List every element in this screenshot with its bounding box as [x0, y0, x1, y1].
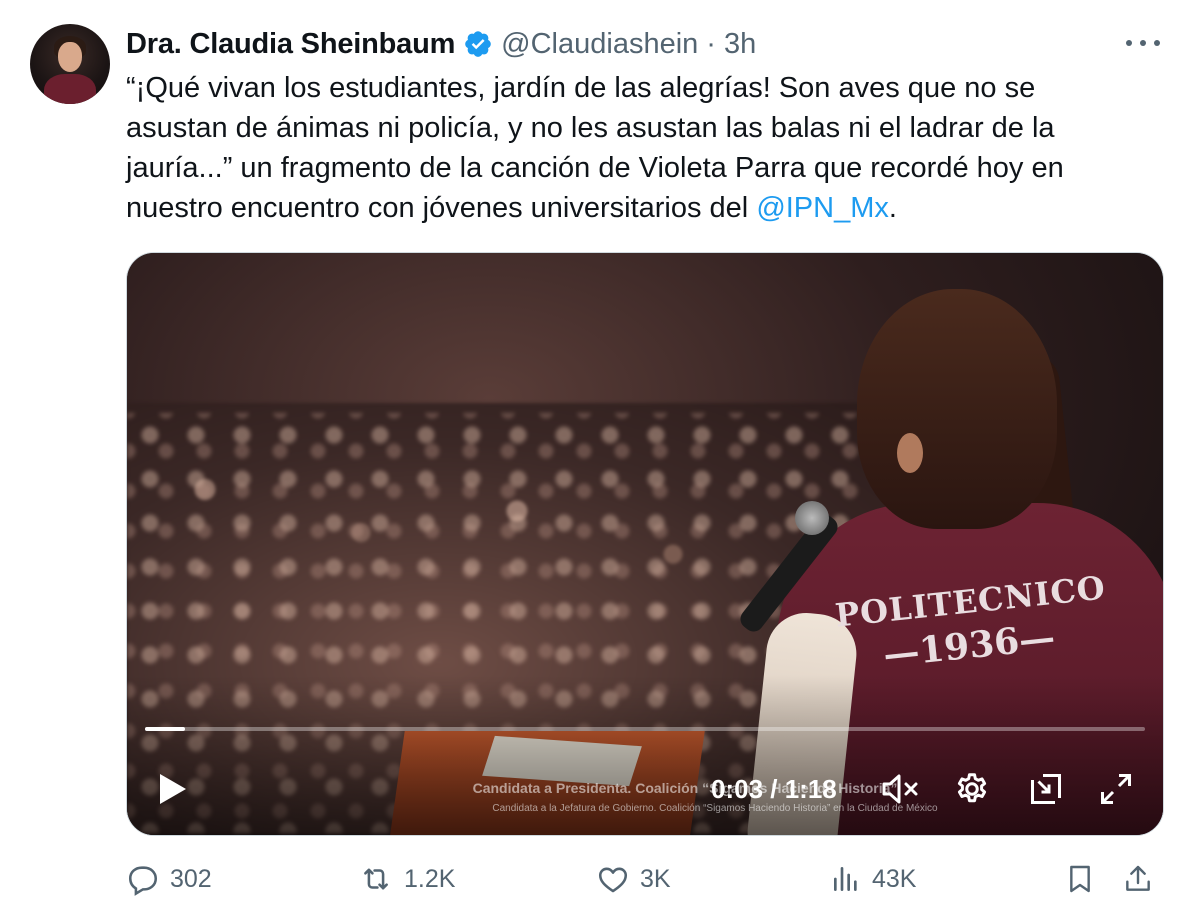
views-chart-icon [834, 867, 857, 891]
repost-button[interactable]: 1.2K [358, 856, 455, 902]
settings-gear-icon [957, 773, 987, 803]
tweet-card[interactable]: Dra. Claudia Sheinbaum @Claudiashein · 3… [0, 0, 1194, 924]
tweet-header: Dra. Claudia Sheinbaum @Claudiashein · 3… [126, 26, 756, 62]
more-options-icon[interactable] [1126, 30, 1160, 56]
heart-icon [598, 867, 628, 893]
reply-count: 302 [170, 864, 212, 893]
fullscreen-icon [1101, 774, 1131, 804]
reply-button[interactable]: 302 [126, 856, 212, 902]
video-progress-fill [145, 727, 185, 731]
repost-icon [364, 868, 388, 890]
reply-icon [128, 866, 158, 896]
play-icon [160, 774, 186, 804]
bookmark-icon [1070, 865, 1090, 893]
like-count: 3K [640, 864, 671, 893]
picture-in-picture-icon [1031, 774, 1061, 804]
video-caption-line1: Candidata a Presidenta. Coalición “Sigam… [472, 780, 898, 796]
share-icon [1126, 865, 1150, 891]
repost-count: 1.2K [404, 864, 456, 893]
picture-in-picture-button[interactable] [1023, 763, 1069, 815]
fullscreen-button[interactable] [1093, 763, 1139, 815]
share-button[interactable] [1122, 856, 1164, 902]
mention-link[interactable]: @IPN_Mx [756, 192, 889, 224]
tweet-text: “¡Qué vivan los estudiantes, jardín de l… [126, 68, 1166, 228]
views-button[interactable]: 43K [830, 856, 916, 902]
video-timer: 0:03 / 1:18 [711, 773, 837, 804]
separator-dot: · [706, 27, 716, 60]
bookmark-button[interactable] [1064, 856, 1106, 902]
tweet-actions: 302 1.2K 3K 43K [126, 856, 1166, 902]
display-name[interactable]: Dra. Claudia Sheinbaum [126, 28, 455, 61]
verified-badge-icon [465, 31, 491, 57]
settings-button[interactable] [949, 763, 995, 815]
mute-button[interactable] [877, 763, 923, 815]
volume-muted-icon [882, 774, 918, 804]
like-button[interactable]: 3K [596, 856, 671, 902]
timestamp[interactable]: 3h [724, 28, 756, 61]
video-player[interactable]: POLITECNICO —1936— Candidata a President… [126, 252, 1164, 836]
tweet-text-end: . [888, 192, 897, 224]
video-progress-bar[interactable] [145, 727, 1145, 731]
view-count: 43K [872, 864, 917, 893]
play-button[interactable] [153, 763, 193, 815]
tweet-text-body: “¡Qué vivan los estudiantes, jardín de l… [126, 72, 1064, 224]
avatar[interactable] [30, 24, 110, 104]
video-caption-line2: Candidata a la Jefatura de Gobierno. Coa… [492, 803, 938, 814]
handle[interactable]: @Claudiashein [501, 28, 698, 61]
